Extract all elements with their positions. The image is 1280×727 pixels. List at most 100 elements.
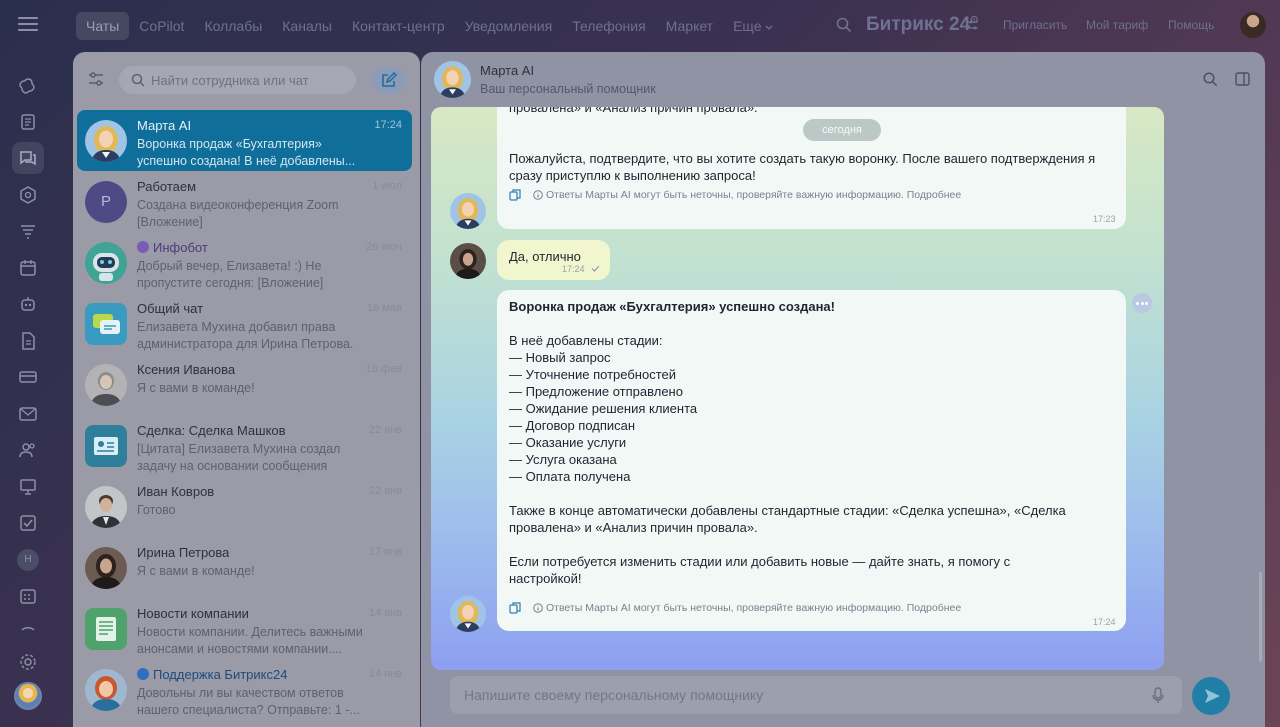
chat-time: 17 янв [368,546,402,558]
copy-icon[interactable] [509,602,521,614]
deal-avatar [85,425,127,467]
chat-search[interactable] [119,66,356,94]
group-letter-avatar: Р [85,181,127,223]
nav-contact-center[interactable]: Контакт-центр [342,12,455,40]
card-icon[interactable] [18,367,38,387]
settings-icon[interactable] [18,652,38,672]
presentation-icon[interactable] [18,477,38,497]
info-icon [533,190,543,200]
chat-time: 18 фев [365,363,402,375]
filter-icon[interactable] [87,70,105,88]
chat-time: 22 янв [368,424,402,436]
nav-telephony[interactable]: Телефония [562,12,655,40]
letter-badge[interactable]: Н [17,549,39,571]
ai-disclaimer: Ответы Марты AI могут быть неточны, пров… [546,602,904,614]
copy-icon[interactable] [509,189,521,201]
message-input[interactable] [464,676,1144,714]
stage-list: — Новый запрос — Уточнение потребностей … [509,349,1109,485]
chat-list-panel: Марта AI 17:24 Воронка продаж «Бухгалтер… [73,52,420,727]
stage-item: — Услуга оказана [509,452,617,467]
help-link[interactable]: Помощь [1168,18,1214,32]
new-chat-button[interactable] [371,66,407,94]
bot-avatar [85,242,127,284]
nav-copilot[interactable]: CoPilot [129,12,194,40]
message-text: Да, отлично [509,249,581,264]
nav-more[interactable]: Еще [723,12,783,40]
marta-avatar [85,120,127,162]
document-icon[interactable] [18,331,38,351]
stage-item: — Оказание услуги [509,435,627,450]
chat-item-support[interactable]: Поддержка Битрикс24 14 янв Довольны ли в… [77,659,412,720]
copilot-icon[interactable] [18,76,38,96]
invite-link[interactable]: Пригласить [1003,18,1067,32]
more-info-link[interactable]: Подробнее [907,189,961,201]
message-time: 17:24 [562,264,585,274]
chat-preview: Довольны ли вы качеством ответов нашего … [137,686,360,717]
chat-item-infobot[interactable]: Инфобот 26 июн Добрый вечер, Елизавета! … [77,232,412,293]
chat-header-title[interactable]: Марта AI [480,63,534,78]
bot-icon[interactable] [18,294,38,314]
nav-market[interactable]: Маркет [656,12,723,40]
chat-item-kseniya[interactable]: Ксения Иванова 18 фев Я с вами в команде… [77,354,412,415]
user-avatar[interactable] [1240,12,1266,38]
chat-item-ivan[interactable]: Иван Ковров 22 янв Готово [77,476,412,537]
chat-preview: Елизавета Мухина добавил права администр… [137,320,354,351]
nav-more-label: Еще [733,18,762,34]
tasks-icon[interactable] [18,513,38,533]
brand-logo[interactable]: Битрикс 24⊙ [866,14,979,36]
chat-time: 14 янв [368,668,402,680]
chat-search-input[interactable] [151,66,346,94]
send-button[interactable] [1192,677,1230,715]
collabs-icon[interactable] [18,185,38,205]
chat-scrollbar[interactable] [1259,572,1262,662]
chat-title-text: Инфобот [153,240,208,255]
nav-channels[interactable]: Каналы [272,12,342,40]
chat-item-general[interactable]: Общий чат 16 мая Елизавета Мухина добави… [77,293,412,354]
chat-time: 17:24 [374,119,402,131]
chat-header-avatar[interactable] [434,61,471,98]
result-title: Воронка продаж «Бухгалтерия» успешно соз… [509,298,1109,315]
more-info-link[interactable]: Подробнее [907,602,961,614]
nav-collabs[interactable]: Коллабы [194,12,272,40]
arc-icon[interactable] [18,622,38,642]
search-icon[interactable] [1203,72,1218,87]
feed-icon[interactable] [18,112,38,132]
chat-list: Марта AI 17:24 Воронка продаж «Бухгалтер… [73,110,420,720]
stage-item: — Новый запрос [509,350,611,365]
chat-item-rabotaem[interactable]: Р Работаем 1 июл Создана видеоконференци… [77,171,412,232]
user-message-avatar [450,243,486,279]
chat-item-marta-ai[interactable]: Марта AI 17:24 Воронка продаж «Бухгалтер… [77,110,412,171]
top-bar: Чаты CoPilot Коллабы Каналы Контакт-цент… [0,0,1280,52]
nav-notifications[interactable]: Уведомления [455,12,563,40]
bot-badge-icon [137,241,149,253]
chat-title: Инфобот [137,240,208,255]
bot-message-result: Воронка продаж «Бухгалтерия» успешно соз… [497,290,1126,631]
chevron-down-icon [766,25,773,30]
general-chat-avatar [85,303,127,345]
sidebar-toggle-icon[interactable] [1235,72,1250,86]
crm-filter-icon[interactable] [18,221,38,241]
chat-item-irina[interactable]: Ирина Петрова 17 янв Я с вами в команде! [77,537,412,598]
menu-icon[interactable] [18,17,38,33]
search-icon [131,73,145,87]
chat-preview: Воронка продаж «Бухгалтерия» успешно соз… [137,137,356,168]
contacts-icon[interactable] [18,440,38,460]
result-extra: Также в конце автоматически добавлены ст… [509,503,1066,535]
message-footer: Ответы Марты AI могут быть неточны, пров… [509,598,961,618]
calendar-icon[interactable] [18,258,38,278]
my-tariff-link[interactable]: Мой тариф [1086,18,1148,32]
chat-item-news[interactable]: Новости компании 14 янв Новости компании… [77,598,412,659]
chat-preview: Новости компании. Делитесь важными анонс… [137,625,363,656]
message-menu-button[interactable] [1132,293,1152,313]
chat-title: Новости компании [137,606,249,621]
schedule-icon[interactable] [18,586,38,606]
chat-time: 1 июл [372,180,402,192]
mail-icon[interactable] [18,404,38,424]
chat-item-deal[interactable]: Сделка: Сделка Машков 22 янв [Цитата] Ел… [77,415,412,476]
chats-icon[interactable] [12,142,44,174]
nav-chats[interactable]: Чаты [76,12,130,40]
settings-sliders-icon[interactable] [967,19,979,31]
microphone-icon[interactable] [1152,687,1164,704]
search-icon[interactable] [836,17,852,33]
profile-avatar[interactable] [14,682,42,710]
